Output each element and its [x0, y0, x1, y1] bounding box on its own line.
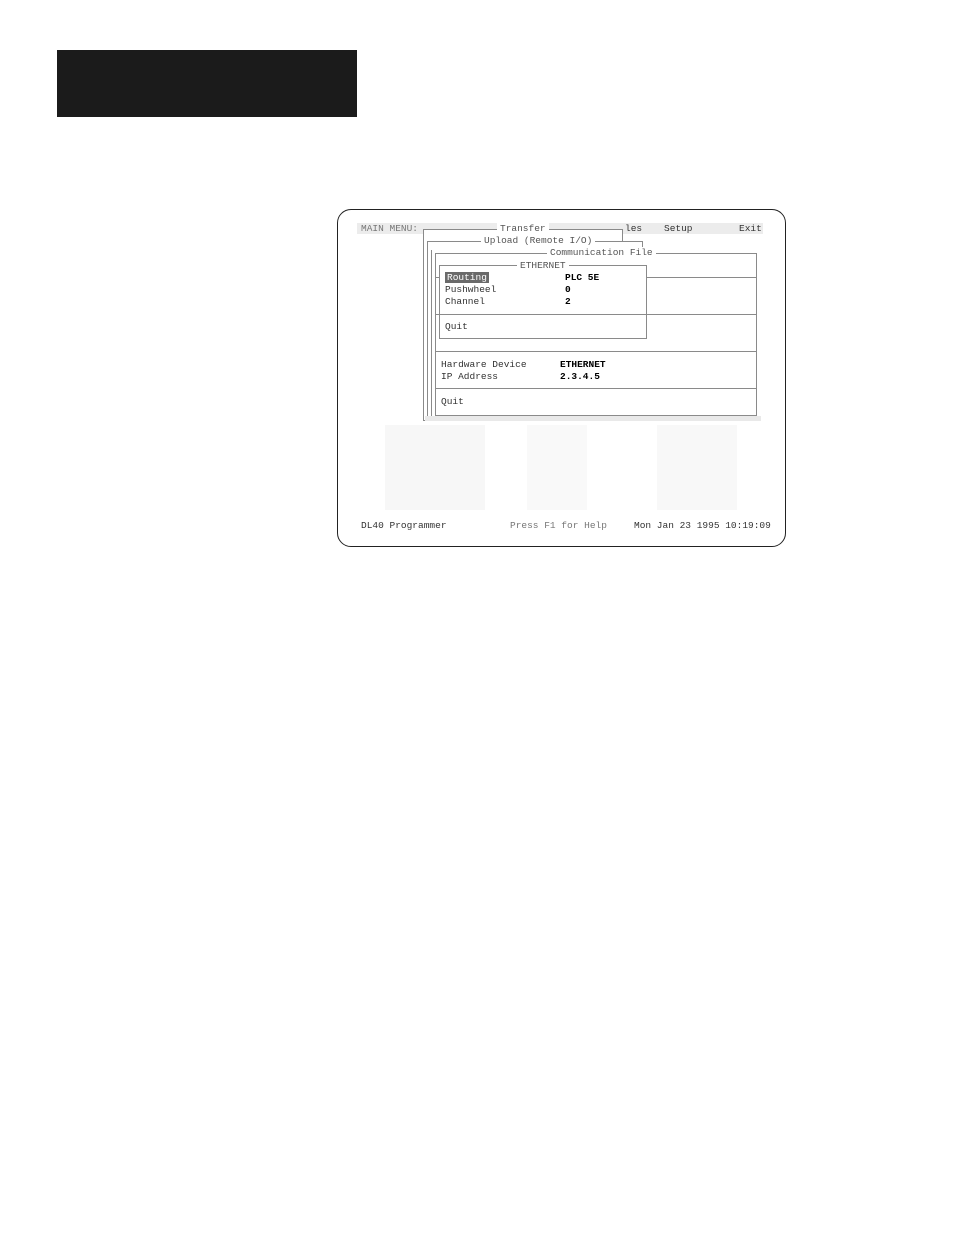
- terminal-screen: MAIN MENU: les Setup Exit Transfer Uploa…: [357, 220, 771, 536]
- comm-quit-option[interactable]: Quit: [441, 396, 464, 407]
- channel-label[interactable]: Channel: [445, 296, 485, 307]
- pushwheel-value: 0: [565, 284, 571, 295]
- hardware-device-label: Hardware Device: [441, 359, 527, 370]
- routing-label[interactable]: Routing: [445, 272, 489, 283]
- transfer-window-title: Transfer: [497, 223, 549, 234]
- status-help-hint: Press F1 for Help: [510, 520, 607, 531]
- status-app-name: DL40 Programmer: [361, 520, 447, 531]
- divider: [439, 314, 647, 315]
- menu-item-setup[interactable]: Setup: [664, 223, 693, 234]
- window-edge: [431, 250, 432, 420]
- ip-address-value[interactable]: 2.3.4.5: [560, 371, 600, 382]
- communication-file-title: Communication File: [547, 247, 656, 258]
- status-datetime: Mon Jan 23 1995 10:19:09: [634, 520, 771, 531]
- window-shadow: [425, 416, 761, 421]
- pushwheel-label[interactable]: Pushwheel: [445, 284, 496, 295]
- divider: [435, 388, 757, 389]
- background-shade: [527, 425, 587, 510]
- main-menu-label: MAIN MENU:: [361, 223, 419, 234]
- ethernet-window-title: ETHERNET: [517, 260, 569, 271]
- upload-window-title: Upload (Remote I/O): [481, 235, 596, 246]
- routing-value: PLC 5E: [565, 272, 600, 283]
- ethernet-quit-option[interactable]: Quit: [445, 321, 468, 332]
- menu-item-exit[interactable]: Exit: [739, 223, 762, 234]
- background-shade: [385, 425, 485, 510]
- menu-item-files[interactable]: les: [625, 223, 642, 234]
- background-shade: [657, 425, 737, 510]
- channel-value: 2: [565, 296, 571, 307]
- hardware-device-value[interactable]: ETHERNET: [560, 359, 606, 370]
- divider: [435, 351, 757, 352]
- chapter-header-block: [57, 50, 357, 117]
- ip-address-label: IP Address: [441, 371, 499, 382]
